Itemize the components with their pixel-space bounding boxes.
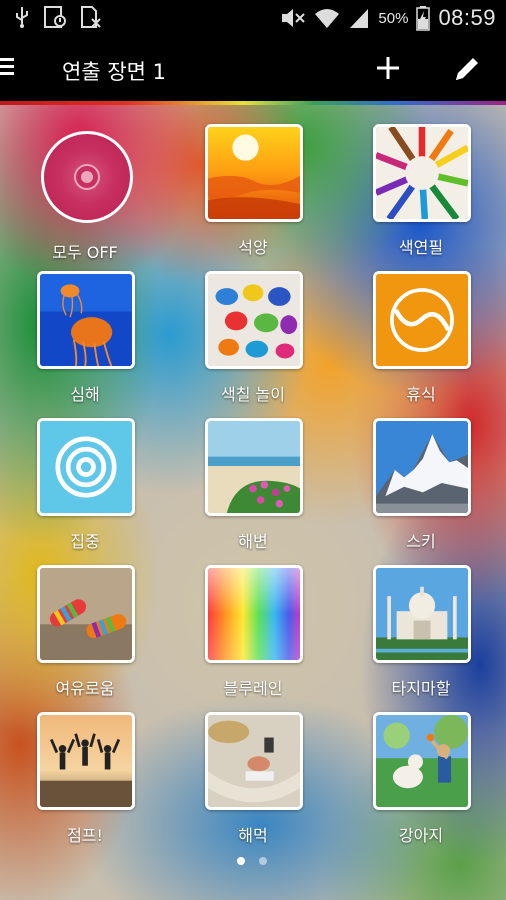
socks-thumbnail xyxy=(37,565,135,663)
scene-label: 해먹 xyxy=(238,826,268,845)
scene-hammock[interactable]: 해먹 xyxy=(178,698,328,845)
scene-sunset[interactable]: 석양 xyxy=(178,110,328,257)
scene-label: 심해 xyxy=(70,385,100,404)
scene-blue-rain[interactable]: 블루레인 xyxy=(178,551,328,698)
scene-label: 강아지 xyxy=(398,826,444,845)
scene-label: 여유로움 xyxy=(55,679,115,698)
menu-icon[interactable] xyxy=(0,54,22,84)
scene-label: 색칠 놀이 xyxy=(221,385,285,404)
rainbow-gradient-thumbnail xyxy=(205,565,303,663)
focus-thumbnail xyxy=(37,418,135,516)
page-dot-inactive[interactable] xyxy=(259,857,267,865)
all-off-icon xyxy=(41,131,133,223)
action-bar: 연출 장면 1 xyxy=(0,36,506,102)
clock: 08:59 xyxy=(438,5,496,30)
page-dot-active[interactable] xyxy=(237,857,245,865)
colored-pencils-thumbnail xyxy=(373,124,471,222)
scene-label: 점프! xyxy=(67,826,103,845)
scene-label: 타지마할 xyxy=(391,679,451,698)
scene-relax[interactable]: 휴식 xyxy=(346,257,496,404)
scene-focus[interactable]: 집중 xyxy=(10,404,160,551)
scene-leisure[interactable]: 여유로움 xyxy=(10,551,160,698)
scene-deep-sea[interactable]: 심해 xyxy=(10,257,160,404)
signal-icon xyxy=(348,6,370,30)
scene-label: 석양 xyxy=(238,238,268,257)
pencil-icon[interactable] xyxy=(450,52,484,86)
scene-label: 집중 xyxy=(70,532,100,551)
scene-label: 색연필 xyxy=(398,238,444,257)
scene-label: 블루레인 xyxy=(223,679,283,698)
beach-thumbnail xyxy=(205,418,303,516)
battery-percent: 50% xyxy=(378,9,409,27)
scene-label: 스키 xyxy=(406,532,436,551)
status-bar: 50% 08:59 xyxy=(0,0,506,36)
mute-icon xyxy=(280,6,306,30)
add-icon[interactable] xyxy=(372,52,404,84)
handprints-thumbnail xyxy=(205,271,303,369)
battery-charging-icon xyxy=(416,5,431,31)
hammock-thumbnail xyxy=(205,712,303,810)
scene-label: 휴식 xyxy=(406,385,436,404)
relax-thumbnail xyxy=(373,271,471,369)
wifi-icon xyxy=(314,6,340,30)
image-alert-icon xyxy=(44,5,66,29)
sunset-thumbnail xyxy=(205,124,303,222)
taj-mahal-thumbnail xyxy=(373,565,471,663)
mountain-thumbnail xyxy=(373,418,471,516)
scene-label: 해변 xyxy=(238,532,268,551)
jump-thumbnail xyxy=(37,712,135,810)
scene-taj-mahal[interactable]: 타지마할 xyxy=(346,551,496,698)
sim-missing-icon xyxy=(80,5,102,29)
scene-ski[interactable]: 스키 xyxy=(346,404,496,551)
scene-beach[interactable]: 해변 xyxy=(178,404,328,551)
scene-colored-pencils[interactable]: 색연필 xyxy=(346,110,496,257)
jellyfish-thumbnail xyxy=(37,271,135,369)
page-indicator xyxy=(0,857,506,869)
scene-coloring-play[interactable]: 색칠 놀이 xyxy=(178,257,328,404)
scene-grid-background: 모두 OFF 석양 색연필 심해 색칠 놀이 휴식 집중 해변 스키 여유로움 … xyxy=(0,105,506,900)
usb-icon xyxy=(14,5,30,29)
scene-jump[interactable]: 점프! xyxy=(10,698,160,845)
scene-puppy[interactable]: 강아지 xyxy=(346,698,496,845)
puppy-thumbnail xyxy=(373,712,471,810)
scene-all-off[interactable]: 모두 OFF xyxy=(10,115,160,262)
page-title: 연출 장면 1 xyxy=(62,60,166,84)
